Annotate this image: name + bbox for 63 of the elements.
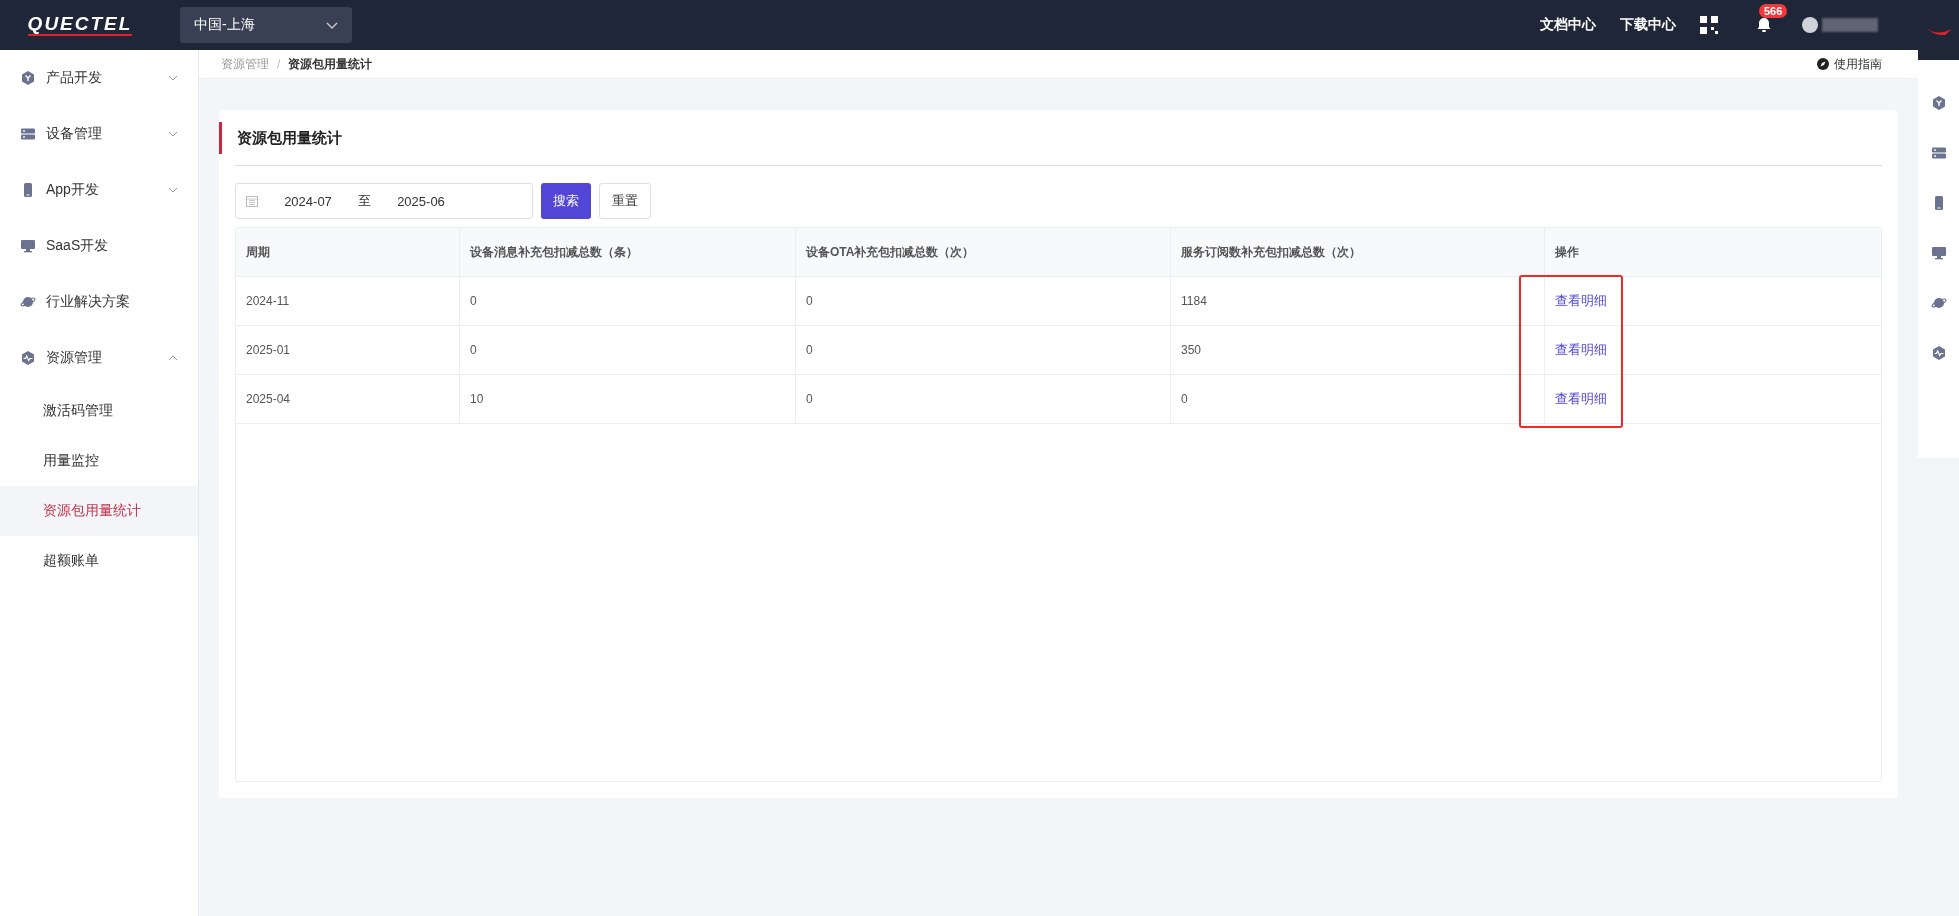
sidebar-item[interactable]: App开发 — [0, 162, 198, 218]
search-button[interactable]: 搜索 — [541, 183, 591, 219]
table-cell: 350 — [1181, 343, 1202, 357]
breadcrumb-separator: / — [277, 57, 281, 71]
menu-icon — [1930, 295, 1947, 311]
submenu-item[interactable]: 用量监控 — [0, 436, 198, 486]
table-cell: 2024-11 — [246, 294, 290, 308]
avatar-icon[interactable] — [1802, 17, 1818, 33]
menu-icon — [1930, 245, 1947, 261]
sidebar-item[interactable]: 行业解决方案 — [0, 274, 198, 330]
menu-icon — [1930, 145, 1947, 161]
table-cell: 0 — [1181, 392, 1188, 406]
view-details-link[interactable]: 查看明细 — [1555, 341, 1607, 359]
view-details-link[interactable]: 查看明细 — [1555, 390, 1607, 408]
blurred-username — [1822, 18, 1878, 32]
menu-icon — [1930, 345, 1947, 361]
guide-link[interactable]: 使用指南 — [1834, 55, 1882, 73]
column-header: 设备OTA补充包扣减总数（次） — [796, 228, 1171, 276]
notification-badge: 566 — [1759, 4, 1788, 18]
table-cell: 10 — [470, 392, 484, 406]
top-nav-link[interactable]: 下载中心 — [1620, 16, 1676, 34]
menu-icon — [20, 294, 36, 310]
top-nav-link[interactable]: 文档中心 — [1540, 16, 1596, 34]
menu-icon — [20, 350, 36, 366]
region-select[interactable]: 中国-上海 — [180, 7, 352, 43]
brand-logo: QUECTEL — [27, 14, 133, 36]
calendar-icon — [246, 195, 258, 207]
compass-icon — [1817, 58, 1829, 70]
column-header: 操作 — [1554, 243, 1580, 261]
reset-button[interactable]: 重置 — [599, 183, 651, 219]
bell-icon[interactable] — [1756, 17, 1772, 33]
submenu-item[interactable]: 超额账单 — [0, 536, 198, 586]
table-cell: 0 — [470, 343, 477, 357]
menu-icon — [20, 70, 36, 86]
menu-icon — [20, 238, 36, 254]
sidebar-item[interactable]: 产品开发 — [0, 50, 198, 106]
column-header: 设备消息补充包扣减总数（条） — [460, 228, 796, 276]
breadcrumb-item: 资源包用量统计 — [288, 55, 373, 73]
table-cell: 0 — [806, 294, 813, 308]
chevron-icon — [168, 187, 178, 193]
submenu-item[interactable]: 激活码管理 — [0, 386, 198, 436]
sidebar-item[interactable]: 资源管理 — [0, 330, 198, 386]
column-header: 周期 — [236, 228, 460, 276]
view-details-link[interactable]: 查看明细 — [1555, 292, 1607, 310]
table-cell: 0 — [470, 294, 477, 308]
menu-icon — [20, 126, 36, 142]
table-cell: 1184 — [1181, 294, 1207, 308]
submenu-item[interactable]: 资源包用量统计 — [0, 486, 198, 536]
chevron-icon — [326, 21, 338, 29]
chevron-icon — [168, 355, 178, 361]
table-cell: 0 — [806, 343, 813, 357]
column-header: 服务订阅数补充包扣减总数（次） — [1171, 228, 1545, 276]
sidebar-item[interactable]: SaaS开发 — [0, 218, 198, 274]
sidebar-item[interactable]: 设备管理 — [0, 106, 198, 162]
chevron-icon — [168, 75, 178, 81]
menu-icon — [1930, 95, 1947, 111]
table-cell: 2025-01 — [246, 343, 291, 357]
qr-code-icon[interactable] — [1700, 16, 1718, 34]
card-title: 资源包用量统计 — [219, 122, 1882, 154]
table-cell: 0 — [806, 392, 813, 406]
date-range-field[interactable]: 2024-07 至 2025-06 — [235, 183, 533, 219]
table-cell: 2025-04 — [246, 392, 291, 406]
chevron-icon — [168, 131, 178, 137]
